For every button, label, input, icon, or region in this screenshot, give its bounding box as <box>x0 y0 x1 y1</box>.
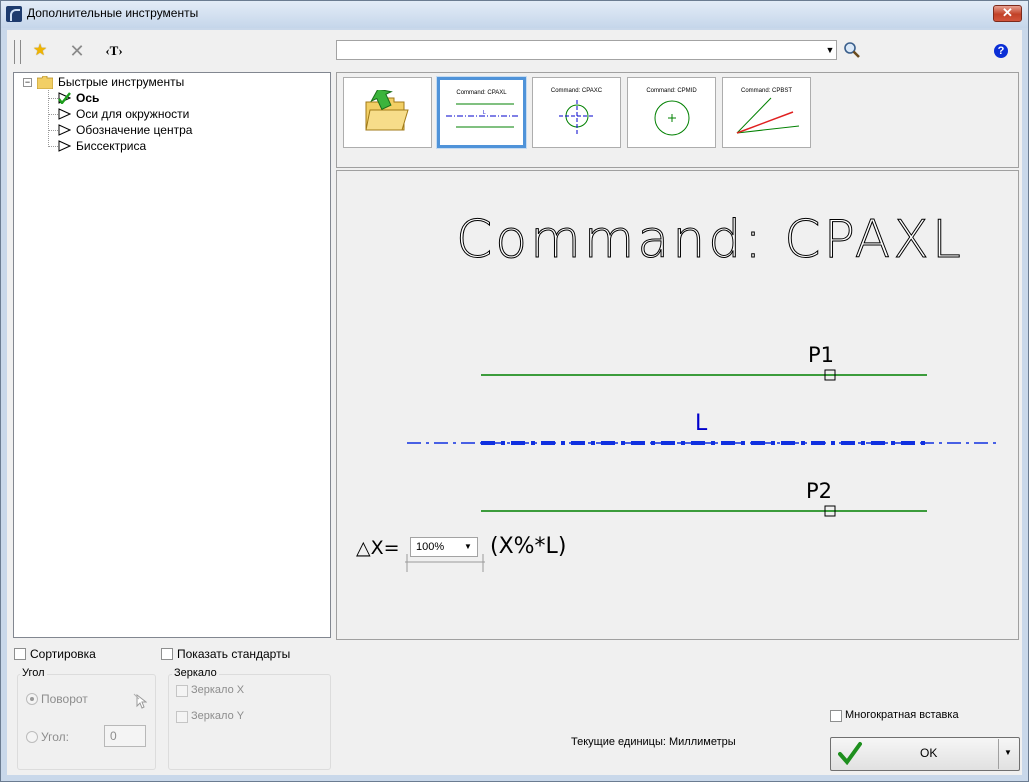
chevron-down-icon[interactable]: ▼ <box>464 542 472 551</box>
thumb-preview-bisector <box>736 97 800 134</box>
label-p2: P2 <box>806 479 833 503</box>
label-p1: P1 <box>808 343 835 367</box>
checkmark-icon <box>838 742 862 765</box>
chevron-down-icon[interactable]: ▼ <box>824 44 836 56</box>
tool-arrow-icon <box>58 140 71 152</box>
angle-group <box>17 674 156 770</box>
tree-connector <box>48 146 58 147</box>
tool-arrow-icon <box>58 108 71 120</box>
close-button[interactable]: ✕ <box>993 5 1022 22</box>
search-combobox[interactable] <box>336 40 837 60</box>
label-l: L <box>695 411 708 436</box>
svg-text:L: L <box>483 110 486 116</box>
thumb-cpmid[interactable]: Command: CPMID <box>627 77 716 148</box>
tree-item-circle-axes[interactable]: Оси для окружности <box>76 106 189 122</box>
show-standards-label: Показать стандарты <box>177 647 291 661</box>
axis-tool-selected-icon <box>58 92 71 104</box>
mirror-x-checkbox[interactable] <box>176 685 188 697</box>
thumb-preview-axis: L <box>446 103 520 128</box>
mirror-x-label: Зеркало X <box>191 684 245 696</box>
angle-group-label: Угол <box>20 667 47 679</box>
thumb-preview-circle-axes <box>559 100 595 134</box>
angle-label: Угол: <box>41 730 69 744</box>
text-tool-button[interactable]: ‹T› <box>102 40 126 62</box>
tool-tree[interactable]: − Быстрые инструменты Ось Оси для окружн… <box>13 72 331 638</box>
thumb-preview-center-mark <box>654 100 690 136</box>
rotation-radio[interactable] <box>26 693 38 705</box>
angle-radio[interactable] <box>26 731 38 743</box>
mirror-y-checkbox[interactable] <box>176 711 188 723</box>
tree-connector <box>48 130 58 131</box>
delta-x-label: △X= <box>356 537 400 559</box>
multi-insert-checkbox[interactable] <box>830 710 842 722</box>
thumb-cpaxc[interactable]: Command: CPAXC <box>532 77 621 148</box>
preview-command-title: Command: CPAXL <box>456 210 964 271</box>
tree-connector <box>48 114 58 115</box>
sort-label: Сортировка <box>30 647 96 661</box>
thumb-back[interactable] <box>343 77 432 148</box>
ok-split-divider <box>998 739 999 769</box>
ok-label: OK <box>920 746 938 760</box>
sort-checkbox[interactable] <box>14 648 26 660</box>
rotation-label: Поворот <box>41 692 88 706</box>
angle-input[interactable]: 0 <box>104 725 146 747</box>
tree-root-label[interactable]: Быстрые инструменты <box>58 74 184 90</box>
tree-item-axis[interactable]: Ось <box>76 90 99 106</box>
folder-back-icon <box>365 90 409 131</box>
formula-label: (X%*L) <box>490 534 567 559</box>
window-title: Дополнительные инструменты <box>27 6 199 20</box>
search-icon[interactable] <box>843 41 861 59</box>
mirror-group-label: Зеркало <box>172 667 219 679</box>
mirror-y-label: Зеркало Y <box>191 710 245 722</box>
favorite-star-icon[interactable]: ★ <box>28 40 52 62</box>
tree-collapse-icon[interactable]: − <box>23 78 32 87</box>
tree-item-center-mark[interactable]: Обозначение центра <box>76 122 192 138</box>
folder-icon <box>37 76 53 89</box>
tool-arrow-icon <box>58 124 71 136</box>
toolbar-grip[interactable] <box>14 40 21 64</box>
tree-connector <box>48 98 58 99</box>
delete-x-icon[interactable]: ✕ <box>65 40 89 62</box>
thumb-cpaxl[interactable]: Command: CPAXL L <box>437 77 526 148</box>
tree-item-bisector[interactable]: Биссектриса <box>76 138 146 154</box>
current-units-text: Текущие единицы: Миллиметры <box>571 736 736 748</box>
help-icon[interactable]: ? <box>994 44 1008 58</box>
chevron-down-icon[interactable]: ▼ <box>1004 748 1012 757</box>
rotate-pick-icon[interactable] <box>133 693 147 709</box>
show-standards-checkbox[interactable] <box>161 648 173 660</box>
thumb-cpbst[interactable]: Command: CPBST <box>722 77 811 148</box>
multi-insert-label: Многократная вставка <box>845 709 959 721</box>
app-icon <box>6 6 22 22</box>
